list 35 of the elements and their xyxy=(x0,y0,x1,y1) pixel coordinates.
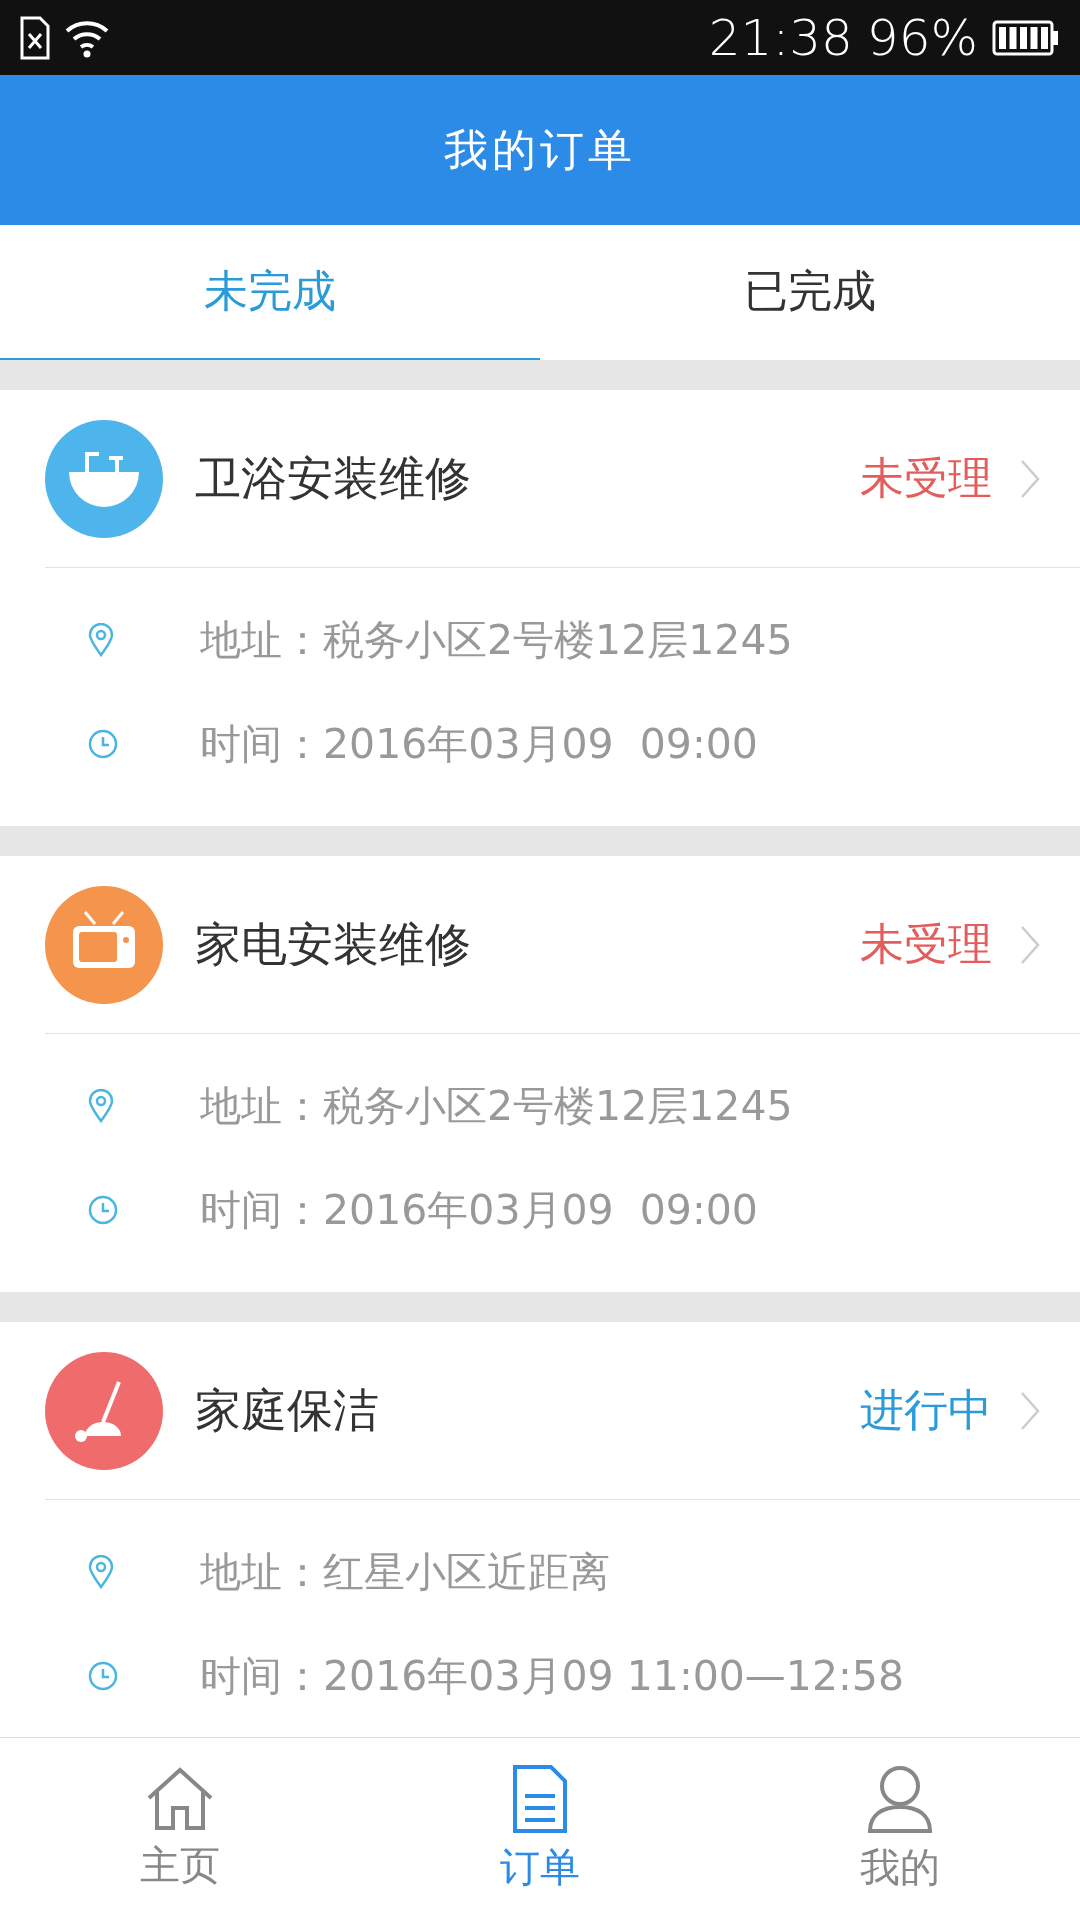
order-card[interactable]: 家庭保洁 进行中 地址：红星小区近距离 时间：2016年03月09 11:00—12:58 xyxy=(0,1322,1080,1737)
chevron-right-icon xyxy=(1020,458,1040,499)
service-title: 家庭保洁 xyxy=(195,1381,380,1439)
order-status: 未受理 xyxy=(860,917,992,971)
location-pin-icon xyxy=(88,623,114,657)
tv-icon xyxy=(45,885,163,1004)
order-status: 未受理 xyxy=(860,451,992,505)
address-text: 地址：税务小区2号楼12层1245 xyxy=(200,614,794,666)
time-text: 时间：2016年03月09 09:00 xyxy=(200,1184,759,1236)
sim-card-icon xyxy=(20,15,50,60)
time-text: 时间：2016年03月09 11:00—12:58 xyxy=(200,1650,906,1702)
chevron-right-icon xyxy=(1020,1390,1040,1431)
service-title: 卫浴安装维修 xyxy=(195,449,472,507)
page-title: 我的订单 xyxy=(444,122,636,177)
bathtub-icon xyxy=(45,419,163,538)
address-text: 地址：红星小区近距离 xyxy=(200,1546,611,1598)
address-text: 地址：税务小区2号楼12层1245 xyxy=(200,1080,794,1132)
clock-icon xyxy=(88,1195,118,1225)
chevron-right-icon xyxy=(1020,924,1040,965)
clock-icon xyxy=(88,729,118,759)
battery-icon xyxy=(992,19,1060,56)
service-title: 家电安装维修 xyxy=(195,915,472,973)
user-icon xyxy=(867,1763,933,1834)
battery-percentage: 96% xyxy=(866,8,978,67)
order-card[interactable]: 卫浴安装维修 未受理 地址：税务小区2号楼12层1245 时间：2016年03月09 09:00 xyxy=(0,390,1080,826)
location-pin-icon xyxy=(88,1555,114,1589)
vacuum-icon xyxy=(45,1351,163,1470)
time-text: 时间：2016年03月09 09:00 xyxy=(200,718,759,770)
document-icon xyxy=(512,1763,568,1834)
order-status: 进行中 xyxy=(860,1383,992,1437)
order-card[interactable]: 家电安装维修 未受理 地址：税务小区2号楼12层1245 时间：2016年03月09 09:00 xyxy=(0,856,1080,1292)
location-pin-icon xyxy=(88,1089,114,1123)
status-time: 21:38 xyxy=(708,8,853,67)
clock-icon xyxy=(88,1661,118,1691)
home-icon xyxy=(145,1765,215,1832)
